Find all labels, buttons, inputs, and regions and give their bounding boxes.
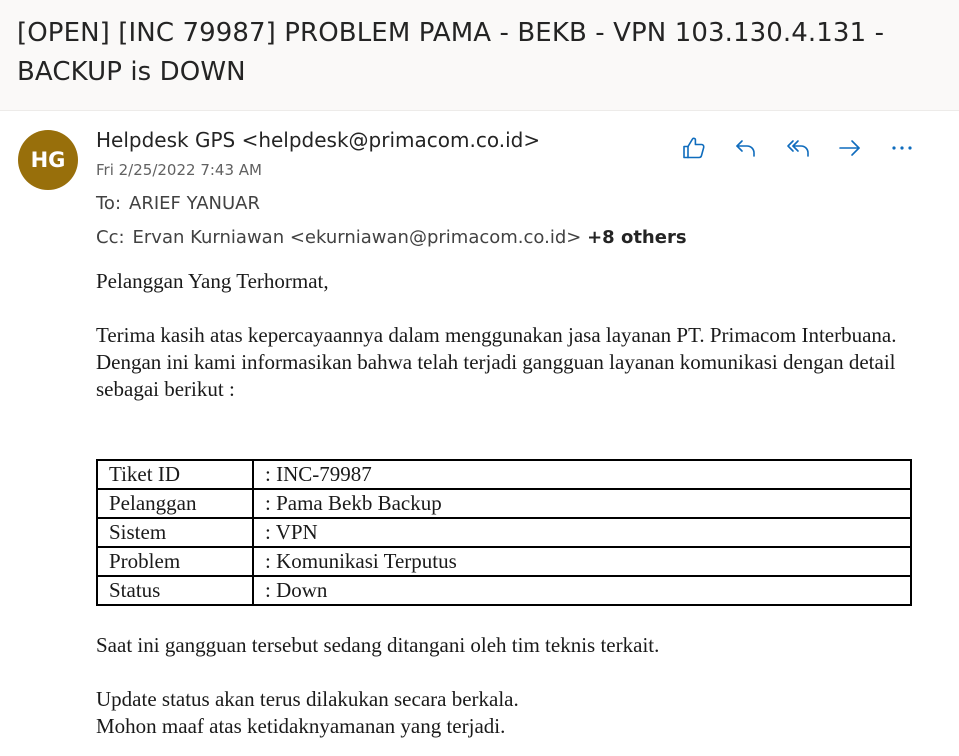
ticket-key: Sistem bbox=[96, 517, 254, 548]
avatar[interactable]: HG bbox=[18, 130, 78, 190]
ticket-value: : Komunikasi Terputus bbox=[252, 546, 912, 577]
sent-date: Fri 2/25/2022 7:43 AM bbox=[96, 161, 262, 179]
sender-name[interactable]: Helpdesk GPS <helpdesk@primacom.co.id> bbox=[96, 128, 540, 152]
table-row: Sistem : VPN bbox=[96, 517, 912, 548]
to-line: To: ARIEF YANUAR bbox=[96, 193, 260, 214]
forward-icon bbox=[839, 140, 860, 156]
email-body: Pelanggan Yang Terhormat, Terima kasih a… bbox=[96, 268, 916, 403]
greeting: Pelanggan Yang Terhormat, bbox=[96, 269, 329, 293]
forward-button[interactable] bbox=[824, 130, 876, 166]
ticket-key: Problem bbox=[96, 546, 254, 577]
cc-label: Cc: bbox=[96, 227, 125, 248]
body-paragraph-2: Dengan ini kami informasikan bahwa telah… bbox=[96, 350, 896, 401]
ticket-value: : VPN bbox=[252, 517, 912, 548]
table-row: Tiket ID : INC-79987 bbox=[96, 459, 912, 490]
message-actions bbox=[668, 130, 928, 166]
body-paragraph-5: Mohon maaf atas ketidaknyamanan yang ter… bbox=[96, 714, 506, 738]
reply-all-button[interactable] bbox=[772, 130, 824, 166]
reply-all-icon bbox=[787, 140, 809, 157]
more-icon bbox=[892, 146, 912, 150]
more-actions-button[interactable] bbox=[876, 130, 928, 166]
ticket-key: Tiket ID bbox=[96, 459, 254, 490]
ticket-value: : Down bbox=[252, 575, 912, 606]
ticket-key: Pelanggan bbox=[96, 488, 254, 519]
table-row: Status : Down bbox=[96, 575, 912, 606]
table-row: Problem : Komunikasi Terputus bbox=[96, 546, 912, 577]
ticket-key: Status bbox=[96, 575, 254, 606]
ticket-value: : Pama Bekb Backup bbox=[252, 488, 912, 519]
table-row: Pelanggan : Pama Bekb Backup bbox=[96, 488, 912, 519]
to-recipient[interactable]: ARIEF YANUAR bbox=[129, 193, 260, 214]
like-button[interactable] bbox=[668, 130, 720, 166]
body-paragraph-3: Saat ini gangguan tersebut sedang ditang… bbox=[96, 633, 660, 657]
email-body-closing: Saat ini gangguan tersebut sedang ditang… bbox=[96, 632, 916, 740]
reply-icon bbox=[736, 140, 755, 157]
email-subject: [OPEN] [INC 79987] PROBLEM PAMA - BEKB -… bbox=[17, 18, 885, 87]
reply-button[interactable] bbox=[720, 130, 772, 166]
body-paragraph-4: Update status akan terus dilakukan secar… bbox=[96, 687, 519, 711]
body-paragraph-1: Terima kasih atas kepercayaannya dalam m… bbox=[96, 323, 897, 347]
like-icon bbox=[683, 137, 705, 159]
to-label: To: bbox=[96, 193, 122, 214]
cc-recipient[interactable]: Ervan Kurniawan <ekurniawan@primacom.co.… bbox=[133, 227, 582, 248]
ticket-table: Tiket ID : INC-79987 Pelanggan : Pama Be… bbox=[96, 459, 912, 606]
subject-header: [OPEN] [INC 79987] PROBLEM PAMA - BEKB -… bbox=[0, 0, 959, 111]
cc-more-button[interactable]: +8 others bbox=[587, 227, 686, 248]
ticket-value: : INC-79987 bbox=[252, 459, 912, 490]
cc-line: Cc: Ervan Kurniawan <ekurniawan@primacom.… bbox=[96, 227, 687, 248]
